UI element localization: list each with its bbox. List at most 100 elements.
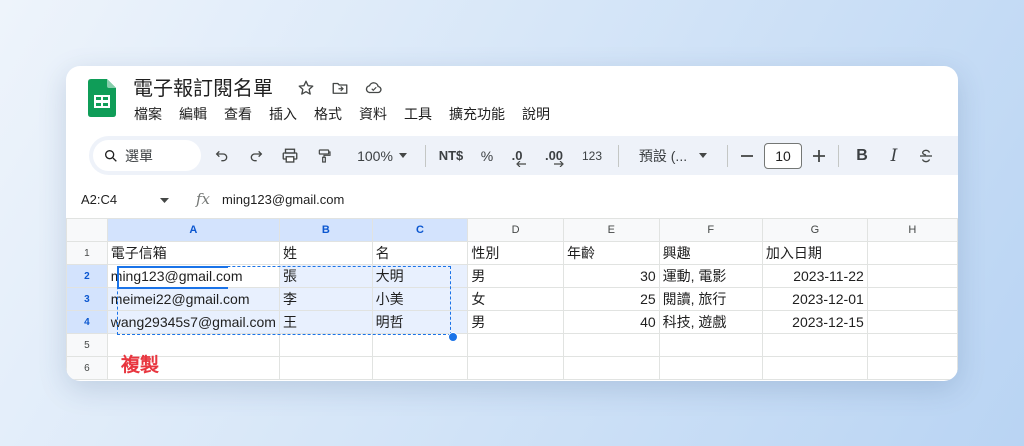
- cell[interactable]: 名: [371, 241, 469, 265]
- cell[interactable]: 25: [562, 287, 660, 311]
- cell[interactable]: 閱讀, 旅行: [658, 287, 763, 311]
- fill-handle[interactable]: [448, 332, 458, 342]
- column-header[interactable]: B: [278, 218, 373, 242]
- cell[interactable]: [658, 356, 763, 380]
- strikethrough-icon: [920, 149, 932, 162]
- cell[interactable]: 張: [278, 264, 373, 288]
- font-select[interactable]: 預設 (...: [627, 142, 719, 170]
- row-header[interactable]: 6: [66, 356, 108, 380]
- cell[interactable]: 女: [467, 287, 564, 311]
- row-header[interactable]: 1: [66, 241, 108, 265]
- increase-decimal-button[interactable]: .00: [536, 142, 572, 170]
- cell[interactable]: [562, 356, 660, 380]
- column-header[interactable]: G: [761, 218, 868, 242]
- move-folder-icon[interactable]: [328, 76, 352, 100]
- cell[interactable]: [866, 287, 958, 311]
- paint-format-button[interactable]: [307, 142, 341, 170]
- row-header[interactable]: 2: [66, 264, 108, 288]
- menu-extensions[interactable]: 擴充功能: [449, 104, 505, 124]
- decrease-decimal-button[interactable]: .0: [502, 142, 532, 170]
- formula-input[interactable]: ming123@gmail.com: [222, 192, 344, 207]
- cell[interactable]: 2023-12-01: [761, 287, 868, 311]
- cell[interactable]: [658, 333, 763, 357]
- italic-button[interactable]: I: [877, 142, 911, 170]
- menu-help[interactable]: 說明: [522, 104, 550, 124]
- cell[interactable]: [467, 356, 564, 380]
- cell[interactable]: [866, 356, 958, 380]
- menu-file[interactable]: 檔案: [134, 104, 162, 124]
- cell[interactable]: [866, 333, 958, 357]
- name-box[interactable]: A2:C4: [81, 192, 117, 207]
- cell[interactable]: [467, 333, 564, 357]
- cell[interactable]: meimei22@gmail.com: [106, 287, 280, 311]
- cloud-saved-icon[interactable]: [362, 76, 386, 100]
- search-menus-button[interactable]: 選單: [93, 140, 201, 171]
- row-header[interactable]: 3: [66, 287, 108, 311]
- cell[interactable]: [278, 356, 373, 380]
- star-icon[interactable]: [294, 76, 318, 100]
- cell[interactable]: 科技, 遊戲: [658, 310, 763, 334]
- undo-button[interactable]: [205, 142, 239, 170]
- cell[interactable]: 年齡: [562, 241, 660, 265]
- cell[interactable]: [761, 333, 868, 357]
- document-title[interactable]: 電子報訂閱名單: [133, 72, 273, 101]
- column-header[interactable]: E: [562, 218, 660, 242]
- cell[interactable]: 2023-11-22: [761, 264, 868, 288]
- cell[interactable]: 姓: [278, 241, 373, 265]
- strikethrough-button[interactable]: [911, 142, 941, 170]
- cell[interactable]: [562, 333, 660, 357]
- column-header[interactable]: A: [106, 218, 280, 242]
- currency-format-button[interactable]: NT$: [434, 142, 468, 170]
- cell[interactable]: [866, 310, 958, 334]
- column-header[interactable]: H: [866, 218, 958, 242]
- cell[interactable]: [866, 264, 958, 288]
- percent-format-button[interactable]: %: [472, 142, 502, 170]
- cell[interactable]: 2023-12-15: [761, 310, 868, 334]
- cell[interactable]: 王: [278, 310, 373, 334]
- select-all-corner[interactable]: [66, 218, 108, 242]
- redo-button[interactable]: [239, 142, 273, 170]
- cell[interactable]: 電子信箱: [106, 241, 280, 265]
- cell[interactable]: 興趣: [658, 241, 763, 265]
- menu-tools[interactable]: 工具: [404, 104, 432, 124]
- print-button[interactable]: [273, 142, 307, 170]
- caret-down-icon: [699, 152, 708, 158]
- cell[interactable]: 運動, 電影: [658, 264, 763, 288]
- cell[interactable]: [371, 356, 469, 380]
- column-header[interactable]: D: [467, 218, 564, 242]
- menu-insert[interactable]: 插入: [269, 104, 297, 124]
- font-size-input[interactable]: 10: [764, 142, 802, 169]
- zoom-select[interactable]: 100%: [347, 142, 417, 170]
- column-header[interactable]: F: [658, 218, 763, 242]
- arrow-right-icon: [554, 160, 564, 167]
- row-header[interactable]: 4: [66, 310, 108, 334]
- number-format-button[interactable]: 123: [574, 142, 610, 170]
- cell[interactable]: [761, 356, 868, 380]
- row-header[interactable]: 5: [66, 333, 108, 357]
- menu-format[interactable]: 格式: [314, 104, 342, 124]
- cell[interactable]: wang29345s7@gmail.com: [106, 310, 280, 334]
- menu-data[interactable]: 資料: [359, 104, 387, 124]
- cell[interactable]: 40: [562, 310, 660, 334]
- cell[interactable]: 30: [562, 264, 660, 288]
- google-sheets-logo-icon[interactable]: [88, 79, 116, 117]
- cell[interactable]: [278, 333, 373, 357]
- caret-down-icon: [398, 152, 407, 158]
- cell[interactable]: 小美: [371, 287, 469, 311]
- cell[interactable]: 大明: [371, 264, 469, 288]
- cell[interactable]: 李: [278, 287, 373, 311]
- menu-view[interactable]: 查看: [224, 104, 252, 124]
- cell[interactable]: [866, 241, 958, 265]
- caret-down-icon[interactable]: [160, 198, 169, 204]
- cell[interactable]: 男: [467, 264, 564, 288]
- bold-button[interactable]: B: [847, 142, 877, 170]
- cell[interactable]: ming123@gmail.com: [106, 264, 280, 288]
- cell[interactable]: 明哲: [371, 310, 469, 334]
- font-size-increase-button[interactable]: [808, 142, 830, 170]
- cell[interactable]: 男: [467, 310, 564, 334]
- menu-edit[interactable]: 編輯: [179, 104, 207, 124]
- cell[interactable]: 性別: [467, 241, 564, 265]
- cell[interactable]: 加入日期: [761, 241, 868, 265]
- column-header[interactable]: C: [371, 218, 469, 242]
- font-size-decrease-button[interactable]: [736, 142, 758, 170]
